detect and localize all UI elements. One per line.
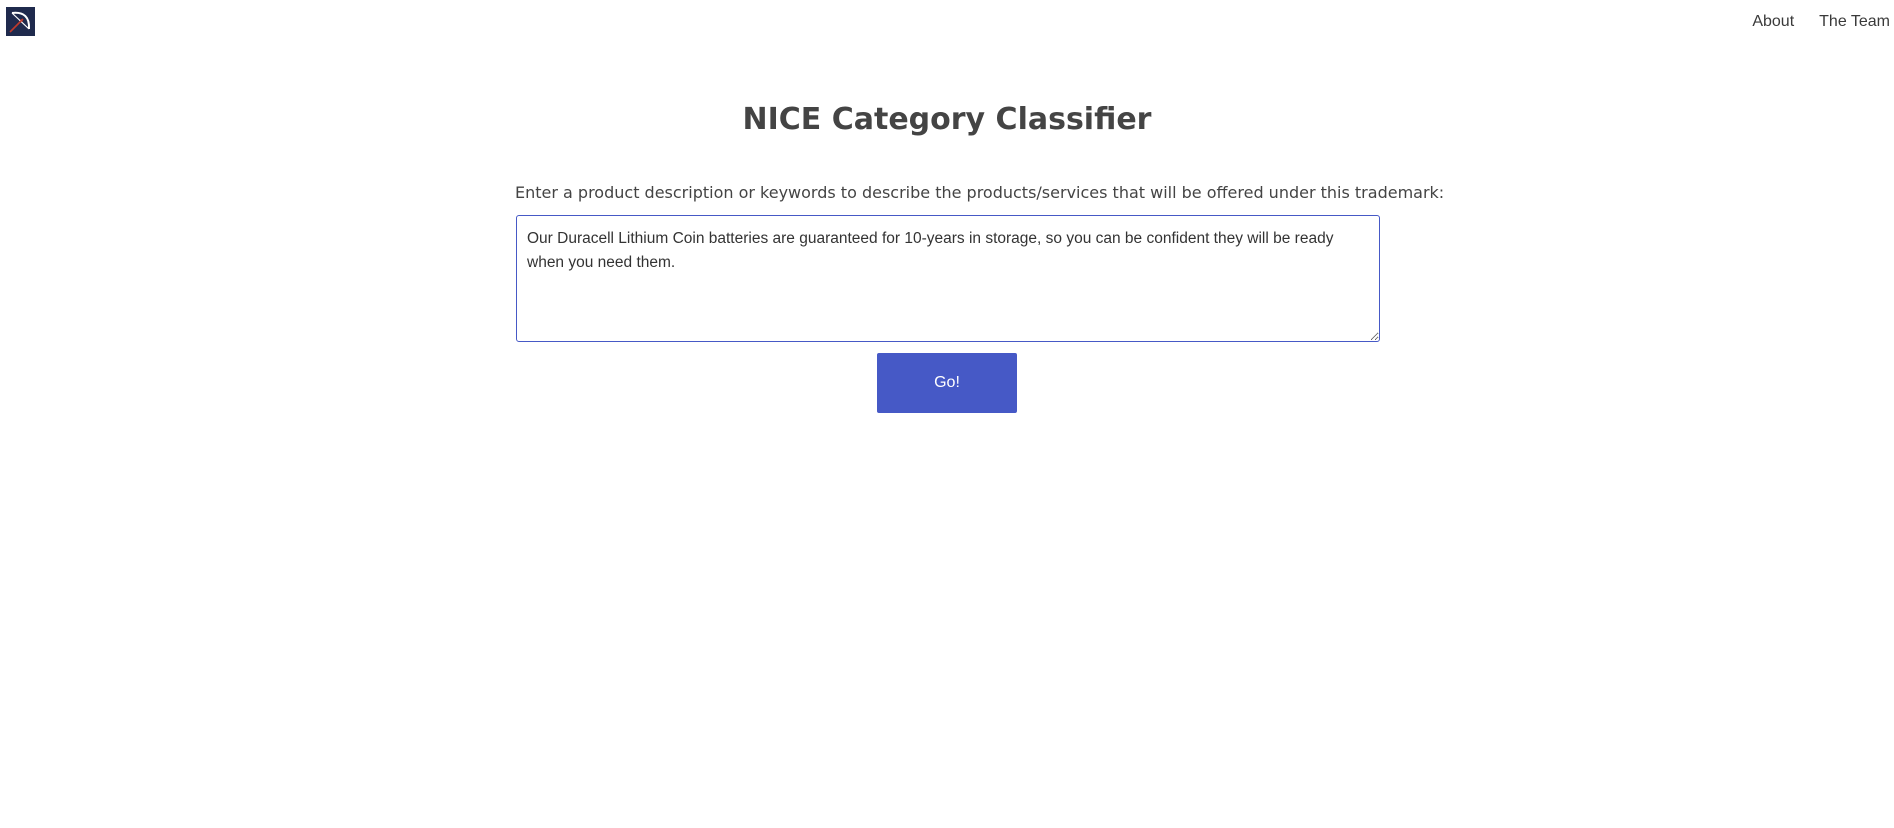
- product-description-input[interactable]: Our Duracell Lithium Coin batteries are …: [516, 215, 1380, 342]
- nav-about-link[interactable]: About: [1752, 12, 1794, 32]
- nav-the-team-link[interactable]: The Team: [1819, 12, 1890, 32]
- top-navbar: About The Team: [0, 0, 1894, 44]
- page-title: NICE Category Classifier: [742, 102, 1152, 137]
- go-button[interactable]: Go!: [877, 353, 1017, 413]
- nav-links: About The Team: [1752, 12, 1890, 32]
- bow-and-arrow-logo-icon[interactable]: [6, 7, 35, 36]
- description-prompt-label: Enter a product description or keywords …: [515, 183, 1445, 202]
